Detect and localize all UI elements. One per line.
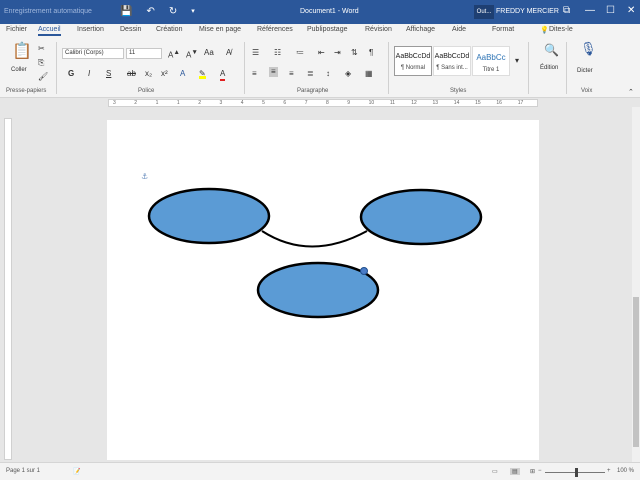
zoom-slider-thumb[interactable] [575, 468, 578, 477]
zoom-level[interactable]: 100 % [617, 468, 634, 474]
vertical-scrollbar[interactable] [632, 107, 640, 462]
selection-handle[interactable] [360, 267, 368, 275]
ellipse-shape[interactable] [147, 187, 271, 245]
curved-connector[interactable] [261, 230, 368, 248]
ellipse-shape[interactable] [359, 188, 483, 246]
zoom-in-icon[interactable]: + [607, 468, 611, 474]
drawing-layer: ⚓ [141, 172, 483, 319]
web-layout-icon[interactable]: ⊞ [530, 468, 535, 475]
scrollbar-thumb[interactable] [633, 297, 639, 447]
status-bar: Page 1 sur 1 📝 ▭ ▤ ⊞ − + 100 % [0, 462, 640, 480]
proofing-icon[interactable]: 📝 [73, 468, 80, 475]
anchor-icon: ⚓ [141, 172, 148, 181]
print-layout-icon[interactable]: ▤ [510, 468, 520, 475]
page-count[interactable]: Page 1 sur 1 [6, 468, 40, 474]
zoom-out-icon[interactable]: − [538, 468, 542, 474]
ellipse-shape[interactable] [256, 261, 380, 319]
read-mode-icon[interactable]: ▭ [492, 468, 498, 475]
